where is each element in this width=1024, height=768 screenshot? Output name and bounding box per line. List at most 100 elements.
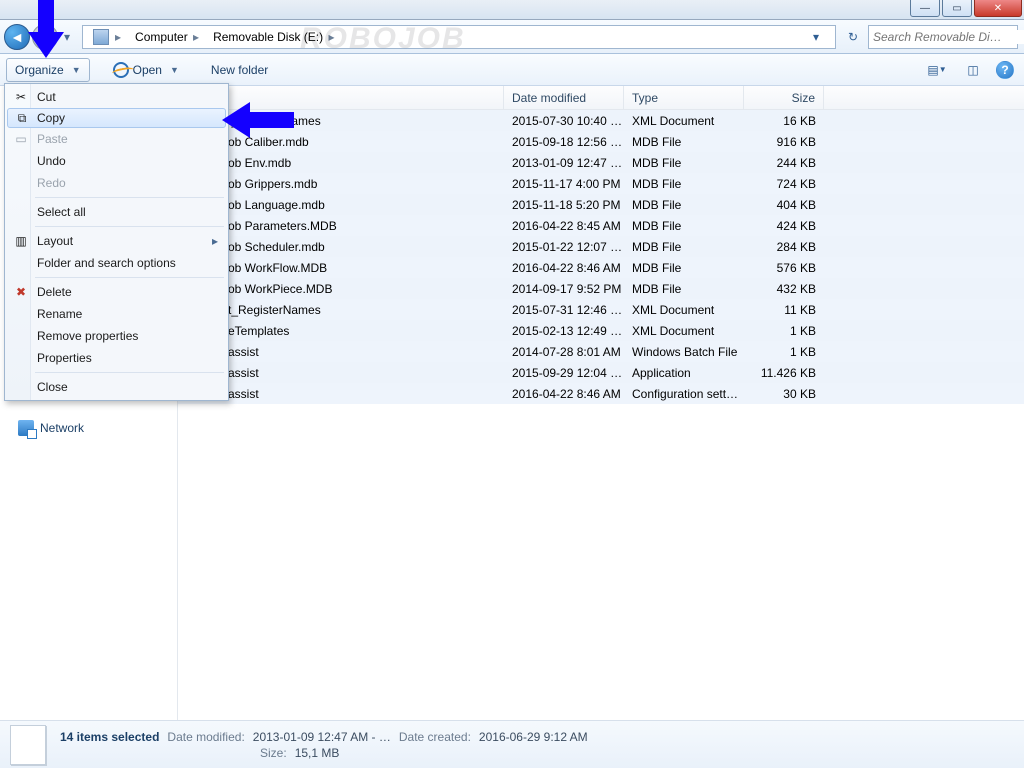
delete-icon: ✖ bbox=[13, 284, 29, 300]
cell-date: 2016-04-22 8:45 AM bbox=[504, 219, 624, 233]
table-row[interactable]: ob Parameters.MDB2016-04-22 8:45 AMMDB F… bbox=[178, 215, 1024, 236]
organize-label: Organize bbox=[15, 63, 64, 77]
new-folder-label: New folder bbox=[211, 63, 268, 77]
cell-date: 2016-04-22 8:46 AM bbox=[504, 261, 624, 275]
title-bar: — ▭ ✕ bbox=[0, 0, 1024, 20]
cell-type: MDB File bbox=[624, 282, 744, 296]
menu-delete[interactable]: ✖Delete bbox=[7, 281, 226, 303]
open-button[interactable]: Open ▼ bbox=[104, 58, 188, 82]
cell-size: 11 KB bbox=[744, 303, 824, 317]
menu-properties[interactable]: Properties bbox=[7, 347, 226, 369]
status-count: 14 items selected bbox=[60, 730, 159, 744]
cell-size: 1 KB bbox=[744, 324, 824, 338]
close-window-button[interactable]: ✕ bbox=[974, 0, 1022, 17]
status-size-key: Size: bbox=[260, 746, 287, 760]
cell-date: 2014-07-28 8:01 AM bbox=[504, 345, 624, 359]
minimize-button[interactable]: — bbox=[910, 0, 940, 17]
menu-folder-options[interactable]: Folder and search options bbox=[7, 252, 226, 274]
menu-close[interactable]: Close bbox=[7, 376, 226, 398]
column-type[interactable]: Type bbox=[624, 86, 744, 109]
view-options-button[interactable]: ▤▼ bbox=[924, 59, 950, 81]
chevron-down-icon: ▼ bbox=[170, 65, 179, 75]
cell-type: MDB File bbox=[624, 261, 744, 275]
table-row[interactable]: ob Caliber.mdb2015-09-18 12:56 …MDB File… bbox=[178, 131, 1024, 152]
address-dropdown[interactable]: ▾ bbox=[805, 26, 827, 48]
cell-size: 432 KB bbox=[744, 282, 824, 296]
table-row[interactable]: t_RegisterNames2015-07-31 12:46 …XML Doc… bbox=[178, 299, 1024, 320]
menu-layout[interactable]: ▥Layout▸ bbox=[7, 230, 226, 252]
table-row[interactable]: ob WorkPiece.MDB2014-09-17 9:52 PMMDB Fi… bbox=[178, 278, 1024, 299]
cell-size: 916 KB bbox=[744, 135, 824, 149]
cell-type: MDB File bbox=[624, 240, 744, 254]
search-input[interactable] bbox=[873, 30, 1024, 44]
computer-icon bbox=[93, 29, 109, 45]
crumb-computer[interactable]: Computer ▸ bbox=[129, 26, 207, 48]
new-folder-button[interactable]: New folder bbox=[202, 58, 277, 82]
cell-date: 2015-09-18 12:56 … bbox=[504, 135, 624, 149]
cell-type: XML Document bbox=[624, 324, 744, 338]
cell-date: 2015-09-29 12:04 … bbox=[504, 366, 624, 380]
cell-size: 16 KB bbox=[744, 114, 824, 128]
organize-button[interactable]: Organize ▼ bbox=[6, 58, 90, 82]
table-row[interactable]: ob Language.mdb2015-11-18 5:20 PMMDB Fil… bbox=[178, 194, 1024, 215]
file-list[interactable]: Name Date modified Type Size t_RegisterN… bbox=[178, 86, 1024, 720]
cell-date: 2013-01-09 12:47 … bbox=[504, 156, 624, 170]
menu-cut[interactable]: ✂Cut bbox=[7, 86, 226, 108]
table-row[interactable]: assist2014-07-28 8:01 AMWindows Batch Fi… bbox=[178, 341, 1024, 362]
address-bar[interactable]: ▸ Computer ▸ Removable Disk (E:) ▸ ▾ bbox=[82, 25, 836, 49]
table-row[interactable]: t_RegisterNames2015-07-30 10:40 …XML Doc… bbox=[178, 110, 1024, 131]
cell-type: XML Document bbox=[624, 114, 744, 128]
menu-rename[interactable]: Rename bbox=[7, 303, 226, 325]
preview-pane-button[interactable]: ◫ bbox=[960, 59, 986, 81]
cell-size: 284 KB bbox=[744, 240, 824, 254]
help-button[interactable]: ? bbox=[996, 61, 1014, 79]
cell-type: Windows Batch File bbox=[624, 345, 744, 359]
cell-type: MDB File bbox=[624, 219, 744, 233]
cell-type: MDB File bbox=[624, 198, 744, 212]
table-row[interactable]: ob WorkFlow.MDB2016-04-22 8:46 AMMDB Fil… bbox=[178, 257, 1024, 278]
cell-type: MDB File bbox=[624, 135, 744, 149]
cell-date: 2015-11-17 4:00 PM bbox=[504, 177, 624, 191]
search-box[interactable]: 🔍 bbox=[868, 25, 1018, 49]
cell-date: 2014-09-17 9:52 PM bbox=[504, 282, 624, 296]
table-row[interactable]: ob Scheduler.mdb2015-01-22 12:07 …MDB Fi… bbox=[178, 236, 1024, 257]
column-size[interactable]: Size bbox=[744, 86, 824, 109]
table-row[interactable]: ob Env.mdb2013-01-09 12:47 …MDB File244 … bbox=[178, 152, 1024, 173]
layout-icon: ▥ bbox=[13, 233, 29, 249]
menu-undo[interactable]: Undo bbox=[7, 150, 226, 172]
nav-bar: ◄ ► ▾ ▸ Computer ▸ Removable Disk (E:) ▸… bbox=[0, 20, 1024, 54]
status-bar: 14 items selected Date modified: 2013-01… bbox=[0, 720, 1024, 768]
column-headers[interactable]: Name Date modified Type Size bbox=[178, 86, 1024, 110]
column-date[interactable]: Date modified bbox=[504, 86, 624, 109]
paste-icon: ▭ bbox=[13, 131, 29, 147]
sidebar-item-network[interactable]: Network bbox=[0, 416, 177, 440]
organize-menu: ✂Cut ⧉Copy ▭Paste Undo Redo Select all ▥… bbox=[4, 83, 229, 401]
crumb-disk-label: Removable Disk (E:) bbox=[213, 30, 323, 44]
open-label: Open bbox=[133, 63, 162, 77]
menu-copy[interactable]: ⧉Copy bbox=[7, 108, 226, 128]
copy-icon: ⧉ bbox=[14, 110, 30, 126]
cell-size: 724 KB bbox=[744, 177, 824, 191]
cell-date: 2015-07-31 12:46 … bbox=[504, 303, 624, 317]
cell-type: Application bbox=[624, 366, 744, 380]
cell-date: 2015-01-22 12:07 … bbox=[504, 240, 624, 254]
table-row[interactable]: ob Grippers.mdb2015-11-17 4:00 PMMDB Fil… bbox=[178, 173, 1024, 194]
table-row[interactable]: assist2015-09-29 12:04 …Application11.42… bbox=[178, 362, 1024, 383]
crumb-removable-disk[interactable]: Removable Disk (E:) ▸ bbox=[207, 26, 342, 48]
cell-size: 1 KB bbox=[744, 345, 824, 359]
cell-type: XML Document bbox=[624, 303, 744, 317]
table-row[interactable]: eTemplates2015-02-13 12:49 …XML Document… bbox=[178, 320, 1024, 341]
refresh-button[interactable]: ↻ bbox=[842, 26, 864, 48]
maximize-button[interactable]: ▭ bbox=[942, 0, 972, 17]
submenu-arrow-icon: ▸ bbox=[212, 234, 218, 248]
toolbar: Organize ▼ Open ▼ New folder ▤▼ ◫ ? bbox=[0, 54, 1024, 86]
menu-redo: Redo bbox=[7, 172, 226, 194]
cell-size: 11.426 KB bbox=[744, 366, 824, 380]
menu-select-all[interactable]: Select all bbox=[7, 201, 226, 223]
cell-date: 2015-07-30 10:40 … bbox=[504, 114, 624, 128]
status-modified-val: 2013-01-09 12:47 AM - … bbox=[253, 730, 391, 744]
table-row[interactable]: assist2016-04-22 8:46 AMConfiguration se… bbox=[178, 383, 1024, 404]
cell-date: 2015-11-18 5:20 PM bbox=[504, 198, 624, 212]
crumb-root[interactable]: ▸ bbox=[87, 26, 129, 48]
menu-remove-properties[interactable]: Remove properties bbox=[7, 325, 226, 347]
